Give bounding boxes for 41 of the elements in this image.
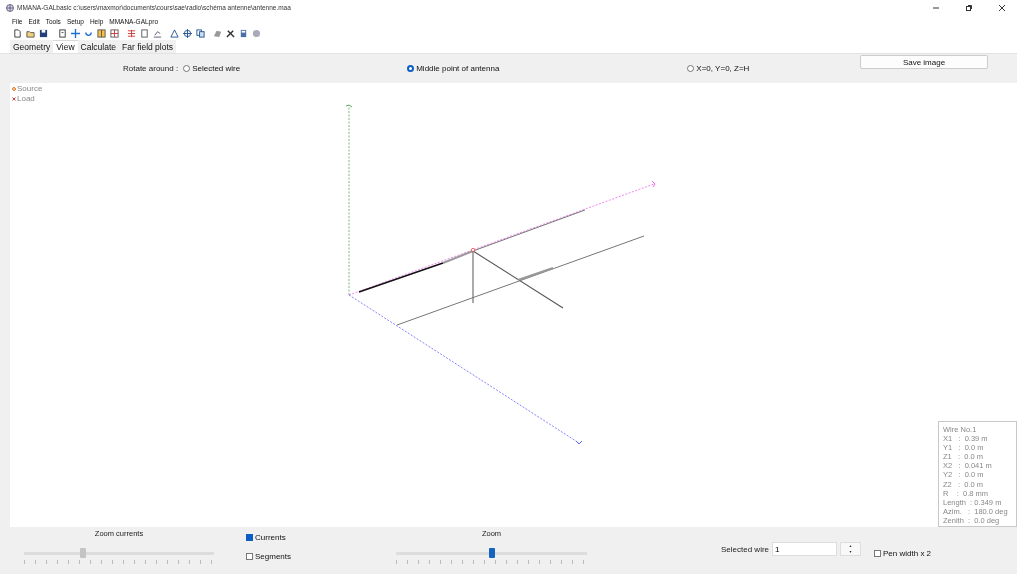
table-icon[interactable] <box>110 29 119 38</box>
copy-icon[interactable] <box>196 29 205 38</box>
sphere-icon[interactable] <box>252 29 261 38</box>
calculator-icon[interactable] <box>239 29 248 38</box>
legend-item: Source <box>12 84 43 94</box>
document-icon[interactable] <box>140 29 149 38</box>
radio-option[interactable]: Selected wire <box>183 64 241 73</box>
columns-icon[interactable] <box>97 29 106 38</box>
shape-icon[interactable] <box>213 29 222 38</box>
tab[interactable]: Far field plots <box>119 40 177 53</box>
cross-icon <box>12 97 16 101</box>
tab[interactable]: Geometry <box>10 40 54 53</box>
selected-wire-input[interactable]: 1 <box>772 542 838 556</box>
save-icon[interactable] <box>39 29 48 38</box>
open-folder-icon[interactable] <box>26 29 35 38</box>
close-icon[interactable] <box>998 3 1006 12</box>
slider-thumb[interactable] <box>79 548 86 558</box>
legend-item: Load <box>12 94 43 104</box>
rotate-label: Rotate around : <box>123 64 179 73</box>
restore-icon[interactable] <box>965 3 973 12</box>
tab[interactable]: Calculate <box>77 40 120 53</box>
checkbox[interactable]: Segments <box>246 552 396 561</box>
tools-icon[interactable] <box>226 29 235 38</box>
radio-option[interactable]: Middle point of antenna <box>407 64 500 73</box>
lines-icon[interactable] <box>127 29 136 38</box>
globe-icon <box>6 3 14 12</box>
circle-icon <box>12 87 16 91</box>
tab[interactable]: View <box>53 40 78 53</box>
crosshair-icon[interactable] <box>183 29 192 38</box>
triangle-icon[interactable] <box>170 29 179 38</box>
save-image-button[interactable]: Save image <box>860 55 988 69</box>
radio-option[interactable]: X=0, Y=0, Z=H <box>687 64 750 73</box>
checkbox[interactable]: Currents <box>246 533 396 542</box>
selected-wire-label: Selected wire <box>721 544 770 554</box>
page-icon[interactable] <box>58 29 67 38</box>
source-marker <box>471 248 475 252</box>
chart-icon[interactable] <box>153 29 162 38</box>
slider-thumb[interactable] <box>488 548 495 558</box>
new-file-icon[interactable] <box>13 29 22 38</box>
checkbox[interactable]: Pen width x 2 <box>874 548 932 558</box>
move-icon[interactable] <box>71 29 80 38</box>
